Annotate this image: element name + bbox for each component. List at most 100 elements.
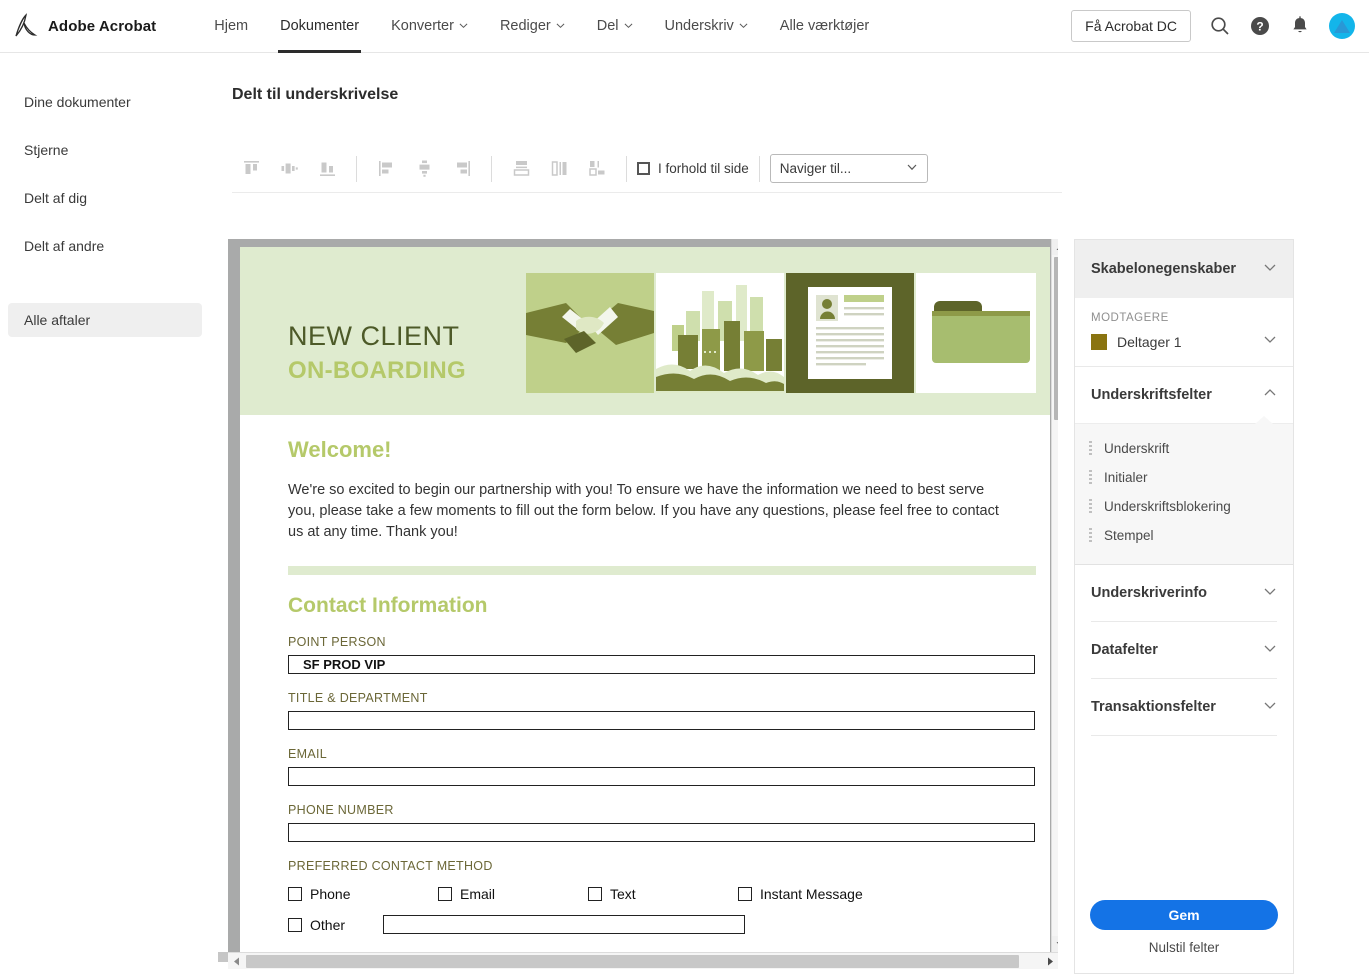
sidebar-item-dine-dokumenter[interactable]: Dine dokumenter	[8, 85, 202, 119]
recipient-selector[interactable]: Deltager 1	[1091, 332, 1277, 351]
field-item-underskriftsblokering[interactable]: Underskriftsblokering	[1075, 492, 1293, 521]
panel-footer: Gem Nulstil felter	[1075, 900, 1293, 955]
welcome-heading: Welcome!	[288, 437, 392, 462]
field-label-phone-number: PHONE NUMBER	[288, 803, 394, 817]
nav-item-dokumenter[interactable]: Dokumenter	[264, 0, 375, 53]
chevron-down-icon	[1263, 332, 1277, 351]
scroll-left-arrow-icon[interactable]	[228, 953, 244, 969]
chevron-down-icon	[1263, 260, 1277, 279]
checkbox-box	[738, 887, 752, 901]
field-input-phone-number[interactable]	[288, 823, 1035, 842]
notifications-icon[interactable]	[1289, 15, 1311, 37]
nav-item-underskriv[interactable]: Underskriv	[649, 0, 764, 53]
document-viewer: NEW CLIENT ON-BOARDING Welcome! We're so…	[218, 239, 1058, 974]
chevron-up-icon	[1263, 386, 1277, 405]
save-button[interactable]: Gem	[1090, 900, 1278, 930]
field-item-label: Underskrift	[1104, 441, 1170, 456]
panel-section-underskriverinfo[interactable]: Underskriverinfo	[1075, 565, 1293, 621]
panel-section-title: Transaktionsfelter	[1091, 699, 1216, 715]
sidebar-item-delt-af-andre[interactable]: Delt af andre	[8, 229, 202, 263]
panel-header-skabelonegenskaber[interactable]: Skabelonegenskaber	[1075, 240, 1293, 298]
sidebar-item-stjerne[interactable]: Stjerne	[8, 133, 202, 167]
checkbox-other[interactable]: Other	[288, 917, 345, 933]
contact-method-other-row: Other	[288, 915, 1002, 934]
drag-handle-icon[interactable]	[1089, 528, 1092, 543]
nav-item-hjem[interactable]: Hjem	[198, 0, 264, 53]
nav-item-rediger[interactable]: Rediger	[484, 0, 581, 53]
field-item-stempel[interactable]: Stempel	[1075, 521, 1293, 550]
checkbox-instant-message[interactable]: Instant Message	[738, 886, 863, 902]
panel-header-title: Skabelonegenskaber	[1091, 261, 1237, 277]
sidebar-item-delt-af-dig[interactable]: Delt af dig	[8, 181, 202, 215]
checkbox-box	[637, 162, 650, 175]
align-right-icon[interactable]	[443, 153, 481, 185]
field-input-email[interactable]	[288, 767, 1035, 786]
align-bottom-icon[interactable]	[308, 153, 346, 185]
checkbox-email[interactable]: Email	[438, 886, 588, 902]
search-icon[interactable]	[1209, 15, 1231, 37]
navigate-to-value: Naviger til...	[779, 161, 852, 176]
distribute-horizontal-icon[interactable]	[540, 153, 578, 185]
checkbox-label: Email	[460, 886, 496, 902]
field-item-underskrift[interactable]: Underskrift	[1075, 434, 1293, 463]
checkbox-label: Instant Message	[760, 886, 863, 902]
document-viewer-frame: NEW CLIENT ON-BOARDING Welcome! We're so…	[228, 239, 1058, 952]
field-label-title-department: TITLE & DEPARTMENT	[288, 691, 428, 705]
help-icon[interactable]: ?	[1249, 15, 1271, 37]
field-input-point-person[interactable]: SF PROD VIP	[288, 655, 1035, 674]
drag-handle-icon[interactable]	[1089, 441, 1092, 456]
scroll-up-arrow-icon[interactable]	[1052, 239, 1058, 255]
field-item-initialer[interactable]: Initialer	[1075, 463, 1293, 492]
document-horizontal-scrollbar[interactable]	[228, 952, 1058, 969]
nav-item-konverter[interactable]: Konverter	[375, 0, 484, 53]
match-size-icon[interactable]	[578, 153, 616, 185]
nav-item-del[interactable]: Del	[581, 0, 649, 53]
field-input-other[interactable]	[383, 915, 746, 934]
scroll-down-arrow-icon[interactable]	[1052, 936, 1058, 952]
checkbox-phone[interactable]: Phone	[288, 886, 438, 902]
align-vertical-center-icon[interactable]	[405, 153, 443, 185]
panel-section-underskriftsfelter[interactable]: Underskriftsfelter	[1075, 367, 1293, 423]
left-sidebar: Dine dokumenter Stjerne Delt af dig Delt…	[0, 53, 210, 921]
chevron-down-icon	[459, 21, 468, 30]
nav-item-label: Del	[596, 18, 619, 34]
distribute-vertical-icon[interactable]	[502, 153, 540, 185]
get-acrobat-dc-button[interactable]: Få Acrobat DC	[1071, 10, 1191, 42]
chevron-down-icon	[906, 161, 918, 176]
sidebar-item-alle-aftaler[interactable]: Alle aftaler	[8, 303, 202, 337]
brand[interactable]: Adobe Acrobat	[12, 12, 156, 40]
section-heading-contact-information: Contact Information	[288, 594, 488, 617]
nav-item-alle-vaerktoejer[interactable]: Alle værktøjer	[764, 0, 885, 53]
toolbar-divider	[758, 155, 760, 182]
relative-to-page-checkbox[interactable]: I forhold til side	[637, 161, 749, 176]
scroll-right-arrow-icon[interactable]	[1042, 953, 1058, 969]
toolbar-divider	[356, 155, 357, 182]
avatar[interactable]	[1329, 13, 1355, 39]
checkbox-box	[588, 887, 602, 901]
hero-subtitle: ON-BOARDING	[288, 357, 466, 384]
vertical-scrollbar-thumb[interactable]	[1054, 257, 1058, 420]
top-nav-right: Få Acrobat DC ?	[1071, 10, 1355, 42]
drag-handle-icon[interactable]	[1089, 470, 1092, 485]
brand-name: Adobe Acrobat	[48, 17, 157, 35]
checkbox-label: Phone	[310, 886, 351, 902]
field-input-title-department[interactable]	[288, 711, 1035, 730]
document-vertical-scrollbar[interactable]	[1051, 239, 1058, 952]
reset-fields-link[interactable]: Nulstil felter	[1075, 940, 1293, 955]
recipient-color-swatch	[1091, 333, 1107, 350]
drag-handle-icon[interactable]	[1089, 499, 1092, 514]
document-page[interactable]: NEW CLIENT ON-BOARDING Welcome! We're so…	[240, 247, 1050, 952]
recipients-section: MODTAGERE Deltager 1	[1075, 298, 1293, 367]
panel-section-transaktionsfelter[interactable]: Transaktionsfelter	[1075, 679, 1293, 735]
align-top-icon[interactable]	[232, 153, 270, 185]
horizontal-scrollbar-thumb[interactable]	[246, 955, 1019, 968]
panel-section-datafelter[interactable]: Datafelter	[1075, 622, 1293, 678]
checkbox-text[interactable]: Text	[588, 886, 738, 902]
navigate-to-select[interactable]: Naviger til...	[769, 154, 928, 183]
align-left-icon[interactable]	[367, 153, 405, 185]
align-horizontal-center-icon[interactable]	[270, 153, 308, 185]
top-navigation-bar: Adobe Acrobat Hjem Dokumenter Konverter …	[0, 0, 1369, 53]
checkbox-box	[438, 887, 452, 901]
adobe-acrobat-logo-icon	[12, 12, 38, 40]
